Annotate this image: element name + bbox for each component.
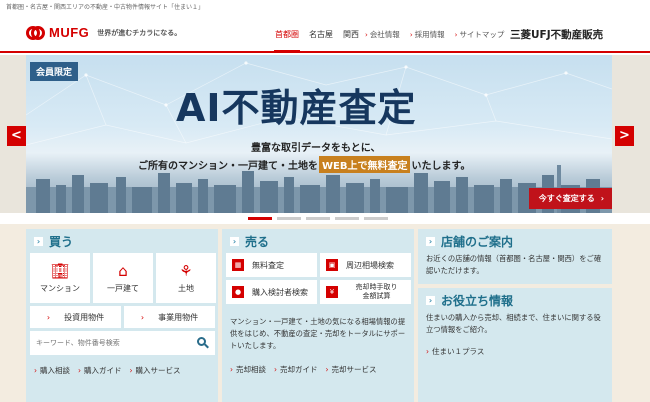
hero-banner[interactable]: 会員限定 AI不動産査定 豊富な取引データをもとに、 ご所有のマンション・一戸建… — [26, 55, 612, 213]
map-icon: ▣ — [326, 259, 338, 271]
carousel-dot[interactable] — [335, 217, 359, 220]
investment-property-button[interactable]: › 投資用物件 — [30, 306, 121, 328]
buy-property-types: › 投資用物件 › 事業用物件 — [26, 303, 218, 328]
chevron-right-icon: › — [274, 365, 277, 374]
region-tab-nagoya[interactable]: 名古屋 — [304, 29, 338, 40]
purchase-consult-link[interactable]: › 購入相談 — [34, 365, 70, 376]
sale-service-link[interactable]: › 売却サービス — [326, 364, 377, 375]
sale-guide-link[interactable]: › 売却ガイド — [274, 364, 318, 375]
land-icon: ⚘ — [179, 262, 193, 280]
keyword-search-box — [30, 331, 215, 355]
carousel-dot[interactable] — [248, 217, 272, 220]
utility-nav: › 会社情報 › 採用情報 › サイトマップ — [360, 29, 509, 40]
logo-text: MUFG — [49, 25, 90, 40]
sell-links: › 売却相談 › 売却ガイド › 売却サービス — [222, 352, 414, 375]
house-icon: ⌂ — [118, 262, 128, 280]
buy-links: › 購入相談 › 購入ガイド › 購入サービス — [26, 355, 218, 376]
buy-header[interactable]: › 買う — [26, 229, 218, 253]
purchase-guide-link[interactable]: › 購入ガイド — [78, 365, 122, 376]
sell-title: 売る — [245, 234, 270, 249]
info-links: › 住まい１プラス — [418, 336, 612, 357]
search-icon[interactable] — [197, 337, 209, 349]
chevron-right-icon: › — [365, 31, 368, 39]
recruit-link[interactable]: › 採用情報 — [405, 29, 450, 40]
sitemap-link[interactable]: › サイトマップ — [450, 29, 510, 40]
hero-title: AI不動産査定 — [176, 86, 417, 130]
sell-section: › 売る ▦ 無料査定 ▣ 周辺相場検索 ● 購入検討者検索 ¥ 売却時手取り金… — [222, 229, 414, 402]
buyer-search-button[interactable]: ● 購入検討者検索 — [226, 280, 317, 304]
region-tab-shutoken[interactable]: 首都圏 — [270, 29, 304, 52]
company-info-link[interactable]: › 会社情報 — [360, 29, 405, 40]
chevron-right-icon: › — [78, 366, 81, 375]
hero-subtitle-line1: 豊富な取引データをもとに、 — [251, 143, 381, 154]
sell-header[interactable]: › 売る — [222, 229, 414, 253]
company-name[interactable]: 三菱UFJ不動産販売 — [510, 27, 603, 42]
chevron-right-icon: › — [426, 295, 435, 305]
buy-title: 買う — [49, 234, 74, 249]
useful-info-box: › お役立ち情報 住まいの購入から売却、相続まで、住まいに関する役立つ情報をご紹… — [418, 288, 612, 357]
yen-icon: ¥ — [326, 286, 338, 298]
chevron-right-icon: › — [230, 365, 233, 374]
buy-house-tile[interactable]: ⌂ 一戸建て — [93, 253, 153, 303]
sumai1-plus-link[interactable]: › 住まい１プラス — [426, 346, 484, 357]
buy-section: › 買う 🏢︎ マンション ⌂ 一戸建て ⚘ 土地 › 投資用物件 › 事業用物件 — [26, 229, 218, 402]
person-icon: ● — [232, 286, 244, 298]
stores-header[interactable]: › 店舗のご案内 — [418, 229, 612, 253]
keyword-search-input[interactable] — [36, 339, 197, 347]
stores-description: お近くの店舗の情報（首都圏・名古屋・関西）をご確認いただけます。 — [426, 254, 602, 275]
site-header: MUFG 世界が進むチカラになる。 首都圏 名古屋 関西 › 会社情報 › 採用情報… — [0, 11, 650, 53]
mufg-logo[interactable]: MUFG 世界が進むチカラになる。 — [26, 25, 181, 40]
sale-consult-link[interactable]: › 売却相談 — [230, 364, 266, 375]
info-section: › 店舗のご案内 お近くの店舗の情報（首都圏・名古屋・関西）をご確認いただけます… — [418, 229, 612, 402]
chevron-right-icon: › — [34, 236, 43, 246]
market-price-search-button[interactable]: ▣ 周辺相場検索 — [320, 253, 411, 277]
carousel-indicators — [248, 217, 388, 220]
logo-slogan: 世界が進むチカラになる。 — [97, 28, 182, 37]
chevron-right-icon: › — [454, 31, 458, 39]
stores-title: 店舗のご案内 — [441, 234, 514, 249]
highlight-web-appraisal: WEB上で無料査定 — [319, 156, 411, 173]
buy-mansion-tile[interactable]: 🏢︎ マンション — [30, 253, 90, 303]
building-icon: 🏢︎ — [50, 262, 70, 280]
region-nav: 首都圏 名古屋 関西 — [270, 29, 364, 52]
chevron-right-icon: › — [325, 365, 329, 374]
members-only-badge: 会員限定 — [30, 62, 79, 81]
chevron-right-icon: › — [34, 366, 37, 375]
tips-header[interactable]: › お役立ち情報 — [418, 288, 612, 312]
chevron-right-icon: › — [409, 31, 413, 39]
carousel-next-button[interactable]: > — [615, 126, 634, 146]
free-appraisal-button[interactable]: ▦ 無料査定 — [226, 253, 317, 277]
carousel-dot[interactable] — [306, 217, 330, 220]
tips-title: お役立ち情報 — [441, 293, 514, 308]
chevron-right-icon: › — [600, 194, 604, 203]
commercial-property-button[interactable]: › 事業用物件 — [124, 306, 215, 328]
mufg-logo-icon — [26, 25, 45, 40]
site-tagline: 首都圏・名古屋・関西エリアの不動産・中古物件情報サイト「住まい１」 — [6, 4, 205, 11]
store-info-box: › 店舗のご案内 お近くの店舗の情報（首都圏・名古屋・関西）をご確認いただけます… — [418, 229, 612, 277]
sell-description: マンション・一戸建て・土地の気になる相場情報の提供をはじめ、不動産の査定・売却を… — [230, 317, 406, 350]
chevron-right-icon: › — [140, 312, 145, 322]
chevron-right-icon: › — [426, 347, 429, 356]
purchase-service-link[interactable]: › 購入サービス — [130, 365, 181, 376]
net-proceeds-estimate-button[interactable]: ¥ 売却時手取り 金額試算 — [320, 280, 411, 304]
chevron-right-icon: › — [426, 236, 435, 246]
chevron-right-icon: › — [230, 236, 239, 246]
hero-carousel: 会員限定 AI不動産査定 豊富な取引データをもとに、 ご所有のマンション・一戸建… — [0, 55, 650, 213]
sell-tools: ▦ 無料査定 ▣ 周辺相場検索 ● 購入検討者検索 ¥ 売却時手取り 金額試算 — [222, 253, 414, 304]
main-content: › 買う 🏢︎ マンション ⌂ 一戸建て ⚘ 土地 › 投資用物件 › 事業用物件 — [0, 224, 650, 402]
chevron-right-icon: › — [129, 366, 133, 375]
carousel-prev-button[interactable]: < — [7, 126, 26, 146]
tips-description: 住まいの購入から売却、相続まで、住まいに関する役立つ情報をご紹介。 — [426, 313, 601, 334]
carousel-dot[interactable] — [364, 217, 388, 220]
chevron-right-icon: › — [46, 312, 51, 322]
carousel-dot[interactable] — [277, 217, 301, 220]
buy-land-tile[interactable]: ⚘ 土地 — [156, 253, 216, 303]
calculator-icon: ▦ — [232, 259, 244, 271]
hero-subtitle-line2: ご所有のマンション・一戸建て・土地を WEB上で無料査定 いたします。 — [138, 156, 470, 173]
buy-category-tiles: 🏢︎ マンション ⌂ 一戸建て ⚘ 土地 — [26, 253, 218, 303]
appraise-now-button[interactable]: 今すぐ査定する › — [528, 188, 612, 209]
